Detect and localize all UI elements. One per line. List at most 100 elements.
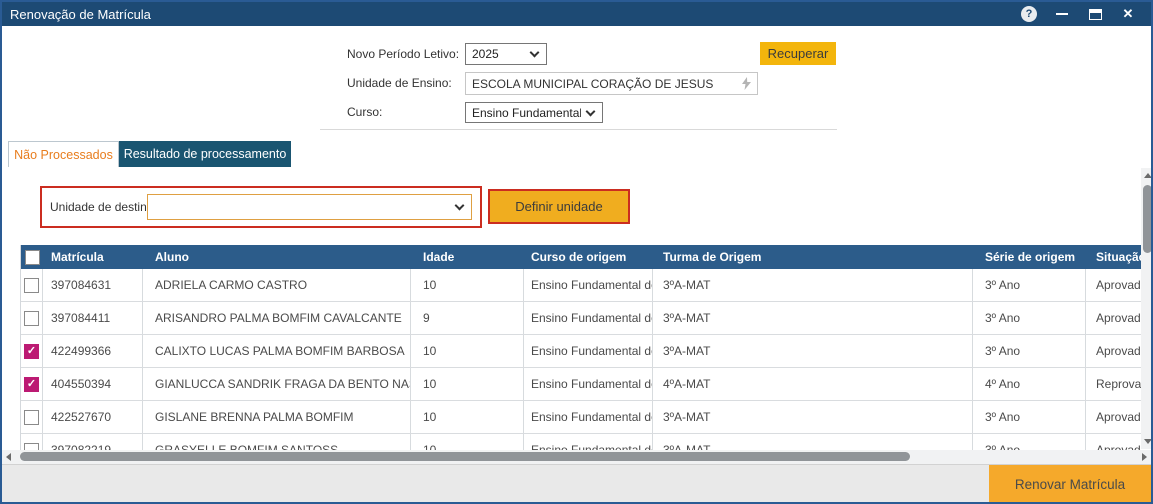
- scroll-down-icon[interactable]: [1144, 439, 1152, 444]
- form-divider: [320, 129, 837, 130]
- footer-bar: Renovar Matrícula: [2, 464, 1151, 502]
- cell-aluno: GRASYELLE BOMFIM SANTOSS: [143, 434, 411, 450]
- table-body: 397084631 ADRIELA CARMO CASTRO 10 Ensino…: [21, 269, 1141, 450]
- scroll-up-icon[interactable]: [1144, 173, 1152, 178]
- school-label: Unidade de Ensino:: [347, 76, 452, 90]
- cell-turma-origem: 3ºA-MAT: [653, 401, 973, 433]
- cell-aluno: CALIXTO LUCAS PALMA BOMFIM BARBOSA: [143, 335, 411, 367]
- tab-nao-processados[interactable]: Não Processados: [8, 141, 119, 167]
- row-checkbox[interactable]: [24, 311, 39, 326]
- maximize-button[interactable]: [1086, 5, 1104, 23]
- course-value: Ensino Fundamental d: [472, 106, 581, 120]
- students-table: Matrícula Aluno Idade Curso de origem Tu…: [20, 245, 1141, 450]
- table-row[interactable]: 422499366 CALIXTO LUCAS PALMA BOMFIM BAR…: [21, 335, 1141, 368]
- cell-curso-origem: Ensino Fundamental de 9 anos: [524, 335, 653, 367]
- school-value: ESCOLA MUNICIPAL CORAÇÃO DE JESUS: [472, 77, 738, 91]
- cell-serie-origem: 3º Ano: [973, 269, 1086, 301]
- tab-resultado-processamento[interactable]: Resultado de processamento: [119, 141, 291, 167]
- cell-turma-origem: 3ºA-MAT: [653, 335, 973, 367]
- cell-turma-origem: 3ºA-MAT: [653, 269, 973, 301]
- cell-serie-origem: 3º Ano: [973, 302, 1086, 334]
- cell-matricula: 422527670: [43, 401, 143, 433]
- destination-select[interactable]: [147, 194, 472, 220]
- cell-idade: 9: [411, 302, 524, 334]
- cell-situacao: Aprovado: [1086, 335, 1141, 367]
- cell-aluno: ARISANDRO PALMA BOMFIM CAVALCANTE: [143, 302, 411, 334]
- cell-turma-origem: 3ºA-MAT: [653, 434, 973, 450]
- minimize-button[interactable]: [1053, 5, 1071, 23]
- table-row[interactable]: 397084411 ARISANDRO PALMA BOMFIM CAVALCA…: [21, 302, 1141, 335]
- period-value: 2025: [472, 47, 525, 61]
- window-controls: ? ✕: [1020, 5, 1151, 23]
- header-idade[interactable]: Idade: [411, 245, 524, 269]
- table-row[interactable]: 397082219 GRASYELLE BOMFIM SANTOSS 10 En…: [21, 434, 1141, 450]
- cell-situacao: Aprovado: [1086, 302, 1141, 334]
- destination-highlight-box: Unidade de destino:: [40, 186, 482, 228]
- titlebar: Renovação de Matrícula ? ✕: [2, 2, 1151, 26]
- header-curso-origem[interactable]: Curso de origem: [524, 245, 653, 269]
- cell-serie-origem: 3º Ano: [973, 434, 1086, 450]
- cell-turma-origem: 3ºA-MAT: [653, 302, 973, 334]
- table-row[interactable]: 404550394 GIANLUCCA SANDRIK FRAGA DA BEN…: [21, 368, 1141, 401]
- select-all-checkbox[interactable]: [25, 250, 40, 265]
- row-checkbox[interactable]: [24, 278, 39, 293]
- cell-serie-origem: 3º Ano: [973, 335, 1086, 367]
- renew-enrollment-button[interactable]: Renovar Matrícula: [989, 465, 1151, 503]
- cell-matricula: 397084631: [43, 269, 143, 301]
- lightning-icon: [742, 77, 751, 90]
- cell-curso-origem: Ensino Fundamental de 9 anos: [524, 368, 653, 400]
- cell-matricula: 422499366: [43, 335, 143, 367]
- cell-situacao: Aprovado: [1086, 434, 1141, 450]
- header-situacao[interactable]: Situação: [1086, 245, 1141, 269]
- cell-aluno: ADRIELA CARMO CASTRO: [143, 269, 411, 301]
- chevron-down-icon: [586, 106, 596, 116]
- close-icon: ✕: [1123, 6, 1134, 22]
- header-serie-origem[interactable]: Série de origem: [973, 245, 1086, 269]
- header-aluno[interactable]: Aluno: [143, 245, 411, 269]
- vertical-scrollbar[interactable]: [1141, 168, 1153, 449]
- help-icon: ?: [1021, 6, 1037, 22]
- cell-curso-origem: Ensino Fundamental de 9 anos: [524, 269, 653, 301]
- chevron-down-icon: [530, 48, 540, 58]
- cell-matricula: 397082219: [43, 434, 143, 450]
- vertical-scroll-thumb[interactable]: [1143, 185, 1152, 253]
- scroll-left-icon[interactable]: [6, 453, 11, 461]
- chevron-down-icon: [455, 201, 465, 211]
- scroll-right-icon[interactable]: [1142, 453, 1147, 461]
- row-checkbox[interactable]: [24, 410, 39, 425]
- table-row[interactable]: 422527670 GISLANE BRENNA PALMA BOMFIM 10…: [21, 401, 1141, 434]
- header-turma-origem[interactable]: Turma de Origem: [653, 245, 973, 269]
- window-title: Renovação de Matrícula: [2, 7, 151, 22]
- cell-idade: 10: [411, 368, 524, 400]
- cell-idade: 10: [411, 335, 524, 367]
- help-button[interactable]: ?: [1020, 5, 1038, 23]
- cell-matricula: 404550394: [43, 368, 143, 400]
- row-checkbox[interactable]: [24, 344, 39, 359]
- cell-curso-origem: Ensino Fundamental de 9 anos: [524, 401, 653, 433]
- period-select[interactable]: 2025: [465, 43, 547, 65]
- cell-aluno: GISLANE BRENNA PALMA BOMFIM: [143, 401, 411, 433]
- renewal-window: Renovação de Matrícula ? ✕ Novo Período …: [0, 0, 1153, 504]
- cell-idade: 10: [411, 434, 524, 450]
- horizontal-scroll-thumb[interactable]: [20, 452, 910, 461]
- cell-aluno: GIANLUCCA SANDRIK FRAGA DA BENTO NASCIME…: [143, 368, 411, 400]
- maximize-icon: [1089, 9, 1102, 20]
- close-button[interactable]: ✕: [1119, 5, 1137, 23]
- course-select[interactable]: Ensino Fundamental d: [465, 102, 603, 123]
- recover-button[interactable]: Recuperar: [760, 42, 836, 65]
- horizontal-scrollbar[interactable]: [2, 450, 1151, 464]
- cell-situacao: Aprovado: [1086, 269, 1141, 301]
- cell-situacao: Reprovado: [1086, 368, 1141, 400]
- school-input[interactable]: ESCOLA MUNICIPAL CORAÇÃO DE JESUS: [465, 72, 758, 95]
- table-row[interactable]: 397084631 ADRIELA CARMO CASTRO 10 Ensino…: [21, 269, 1141, 302]
- cell-serie-origem: 3º Ano: [973, 401, 1086, 433]
- cell-idade: 10: [411, 401, 524, 433]
- row-checkbox[interactable]: [24, 377, 39, 392]
- cell-idade: 10: [411, 269, 524, 301]
- define-unit-button[interactable]: Definir unidade: [488, 189, 630, 224]
- cell-serie-origem: 4º Ano: [973, 368, 1086, 400]
- minimize-icon: [1056, 13, 1068, 15]
- row-checkbox[interactable]: [24, 443, 39, 451]
- course-label: Curso:: [347, 105, 382, 119]
- header-matricula[interactable]: Matrícula: [43, 245, 143, 269]
